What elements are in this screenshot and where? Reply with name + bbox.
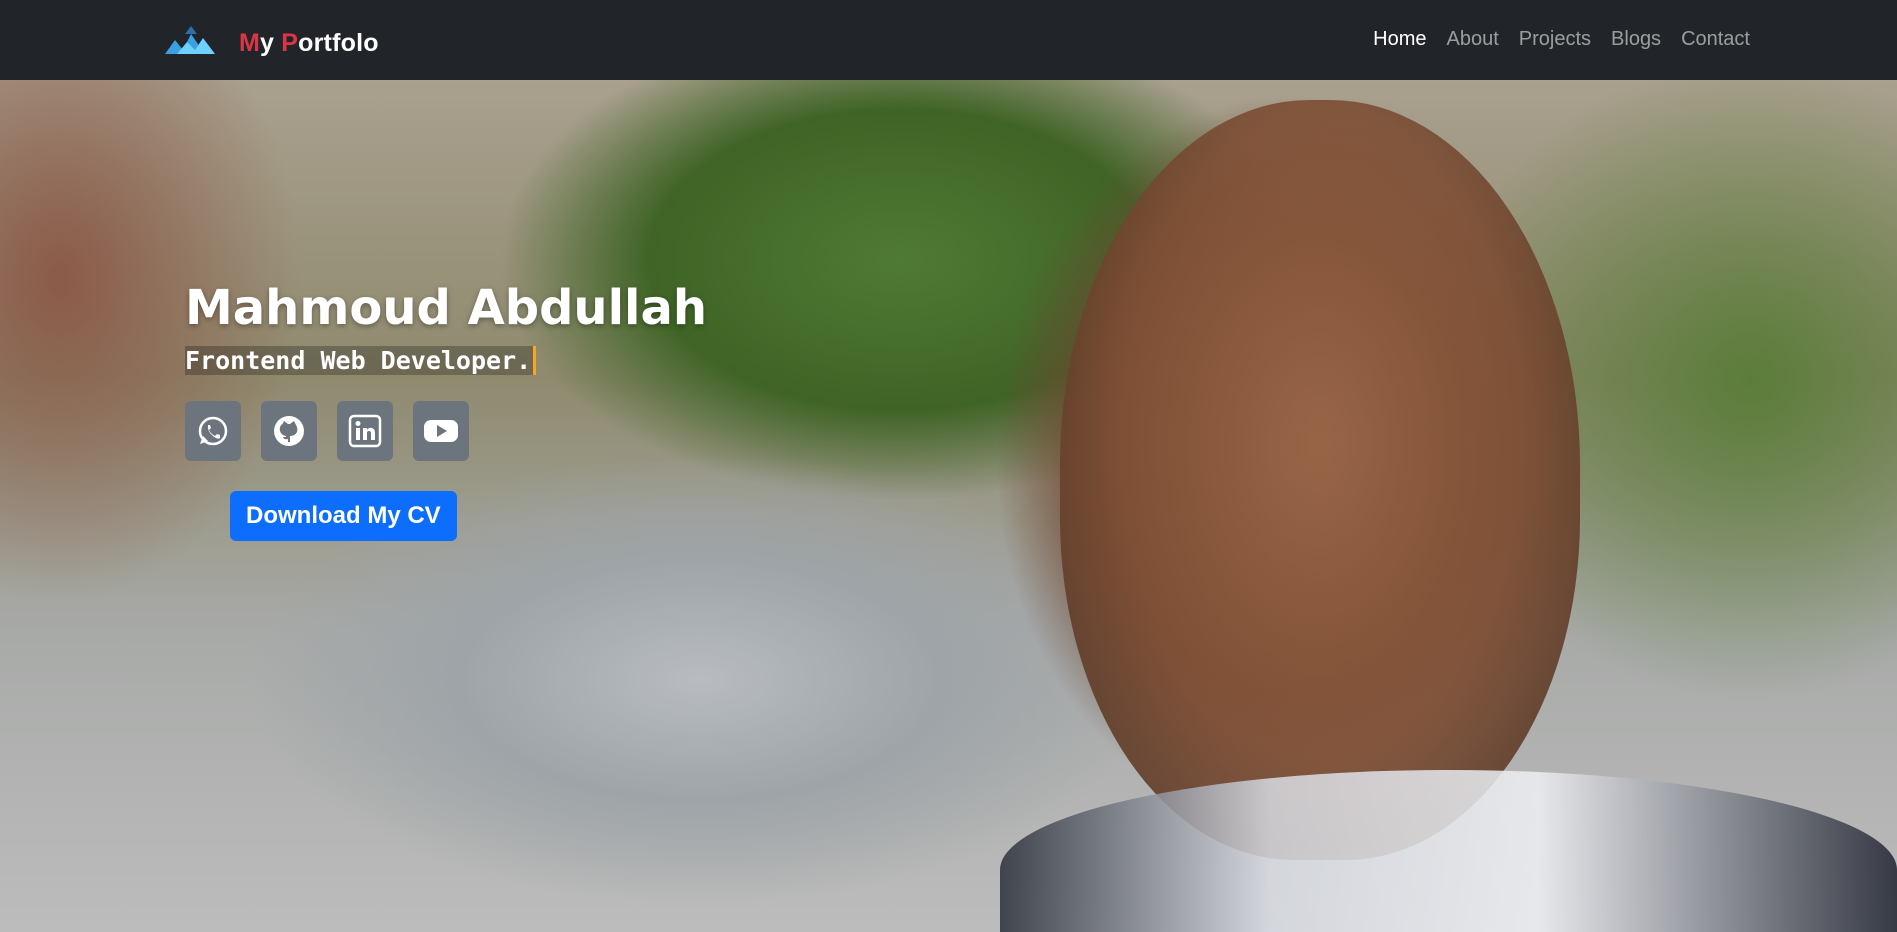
mountain-logo-icon (165, 26, 215, 54)
whatsapp-icon (198, 416, 228, 446)
hero-background-photo-lower (1000, 770, 1897, 932)
nav-link-home[interactable]: Home (1373, 28, 1426, 51)
linkedin-button[interactable] (337, 401, 393, 461)
youtube-icon (424, 420, 458, 442)
nav-link-about[interactable]: About (1447, 28, 1499, 51)
hero-content: Mahmoud Abdullah Frontend Web Developer. (185, 280, 707, 541)
hero-section: Mahmoud Abdullah Frontend Web Developer. (0, 80, 1897, 932)
nav-link-projects[interactable]: Projects (1519, 28, 1591, 51)
brand-letter-m: M (239, 28, 261, 57)
hero-role-typing: Frontend Web Developer. (185, 346, 537, 375)
brand-title: My Portfolo (239, 29, 379, 58)
linkedin-icon (348, 414, 382, 448)
whatsapp-button[interactable] (185, 401, 241, 461)
navbar: My Portfolo Home About Projects Blogs Co… (0, 0, 1897, 80)
hero-name: Mahmoud Abdullah (185, 280, 708, 336)
nav-link-contact[interactable]: Contact (1681, 28, 1750, 51)
brand-link[interactable]: My Portfolo (165, 26, 379, 60)
github-button[interactable] (261, 401, 317, 461)
brand-text-part2: ortfolo (298, 28, 379, 57)
hero-background-photo (1060, 100, 1580, 860)
social-links (185, 401, 707, 461)
nav-links: Home About Projects Blogs Contact (1373, 28, 1750, 51)
youtube-button[interactable] (413, 401, 469, 461)
nav-link-blogs[interactable]: Blogs (1611, 28, 1661, 51)
download-cv-button[interactable]: Download My CV (230, 491, 457, 541)
github-icon (274, 416, 304, 446)
brand-text-part1: y (260, 28, 282, 57)
brand-letter-p: P (281, 28, 299, 57)
